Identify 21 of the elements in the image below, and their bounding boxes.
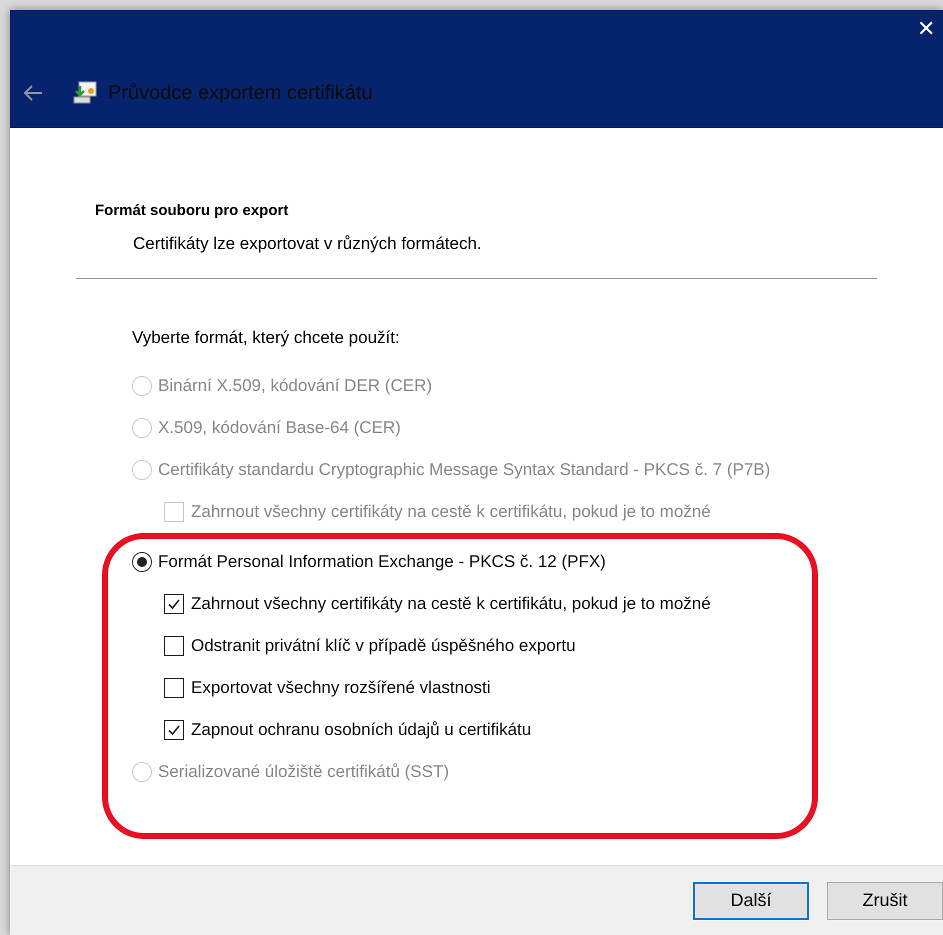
dialog-button[interactable]: Další [693,882,809,920]
section-description: Certifikáty lze exportovat v různých formátech. [133,232,483,254]
option-label: Odstranit privátní klíč v případě úspěšného exportu [191,634,576,657]
option-label: Zahrnout všechny certifikáty na cestě k certifikátu, pokud je to možné [191,592,711,615]
window-title: Průvodce exportem certifikátu [108,81,373,106]
option-label: Exportovat všechny rozšířené vlastnosti [191,676,491,699]
option-label: X.509, kódování Base-64 (CER) [158,416,401,439]
format-prompt: Vyberte formát, který chcete použít: [132,327,401,349]
option-label: Formát Personal Information Exchange - PKCS č. 12 (PFX) [158,550,606,573]
back-arrow-icon[interactable] [22,84,44,102]
option-label: Binární X.509, kódování DER (CER) [158,374,432,397]
option-label: Certifikáty standardu Cryptographic Message Syntax Standard - PKCS č. 7 (P7B) [158,458,770,481]
option-label: Serializované úložiště certifikátů (SST) [158,760,450,783]
check-icon [167,596,181,610]
option-label: Zahrnout všechny certifikáty na cestě k certifikátu, pokud je to možné [191,500,711,523]
check-icon [167,722,181,736]
dialog-button[interactable]: Zrušit [827,882,943,920]
section-heading: Formát souboru pro export [95,201,290,221]
certificate-icon [72,80,98,106]
option-label: Zapnout ochranu osobních údajů u certifikátu [191,718,532,741]
close-button[interactable]: ✕ [913,18,939,40]
